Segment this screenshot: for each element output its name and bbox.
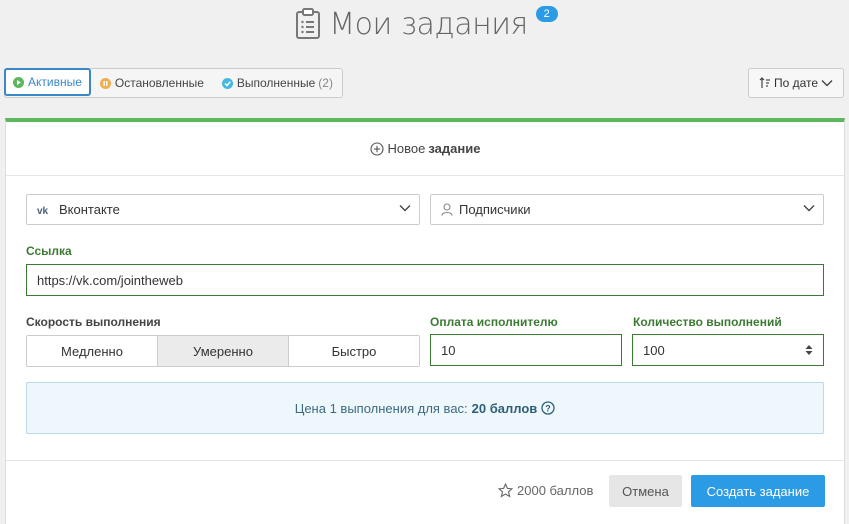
stepper-arrows-icon[interactable] [805,344,813,356]
price-value: 20 баллов [471,400,538,416]
task-type-select-value: Подписчики [459,202,531,217]
new-task-bold: задание [428,141,481,156]
sort-button[interactable]: По дате [748,68,844,98]
check-circle-icon [221,77,233,89]
chevron-down-icon [399,205,411,212]
speed-selector: Медленно Умеренно Быстро [26,335,420,367]
link-label: Ссылка [26,244,72,258]
plus-circle-icon [369,141,384,156]
balance: 2000 баллов [498,483,593,498]
new-task-card: Новое задание vk Вконтакте Подписчики Сс… [5,118,845,524]
count-input[interactable]: 100 [632,334,824,366]
payment-label: Оплата исполнителю [430,315,558,329]
star-icon [498,483,513,498]
chevron-down-icon [803,205,815,212]
help-icon[interactable]: ? [541,401,555,415]
tab-done-label: Выполненные [236,76,316,90]
cancel-button[interactable]: Отмена [609,475,682,507]
payment-input[interactable]: 10 [430,334,622,366]
tab-active-label: Активные [28,75,82,89]
new-task-toggle[interactable]: Новое задание [6,122,844,176]
count-label: Количество выполнений [633,315,782,329]
sort-icon [759,77,770,88]
status-filter-tabs: Активные Остановленные Выполненные (2) [4,68,343,98]
network-select[interactable]: vk Вконтакте [26,194,420,225]
tab-done[interactable]: Выполненные (2) [213,69,342,97]
pause-icon [99,77,111,89]
clipboard-icon [296,8,321,39]
user-icon [441,203,453,216]
page-header: Мои задания 2 [0,0,849,48]
play-icon [13,76,24,88]
price-text: Цена 1 выполнения для вас: [294,400,468,416]
sort-label: По дате [773,76,819,90]
network-select-value: Вконтакте [59,202,120,217]
link-input[interactable]: https://vk.com/jointheweb [26,264,824,296]
task-type-select[interactable]: Подписчики [430,194,824,225]
svg-text:vk: vk [37,206,49,215]
tab-done-count: (2) [318,76,333,90]
tab-stopped-label: Остановленные [114,76,204,90]
price-info-box: Цена 1 выполнения для вас: 20 баллов ? [26,382,824,434]
create-task-button[interactable]: Создать задание [691,475,825,507]
count-input-value: 100 [643,342,665,358]
new-task-prefix: Новое [387,141,426,156]
balance-value: 2000 баллов [517,483,594,498]
svg-text:?: ? [546,404,552,414]
page-title: Мои задания [329,6,528,42]
tab-active[interactable]: Активные [4,68,91,96]
speed-fast-button[interactable]: Быстро [289,336,419,366]
chevron-down-icon [821,80,833,87]
speed-label: Скорость выполнения [26,315,161,329]
task-count-badge: 2 [535,6,558,22]
speed-medium-button[interactable]: Умеренно [158,336,289,366]
vk-icon: vk [37,205,53,215]
speed-slow-button[interactable]: Медленно [27,336,158,366]
card-footer: 2000 баллов Отмена Создать задание [6,460,844,524]
tab-stopped[interactable]: Остановленные [91,69,213,97]
